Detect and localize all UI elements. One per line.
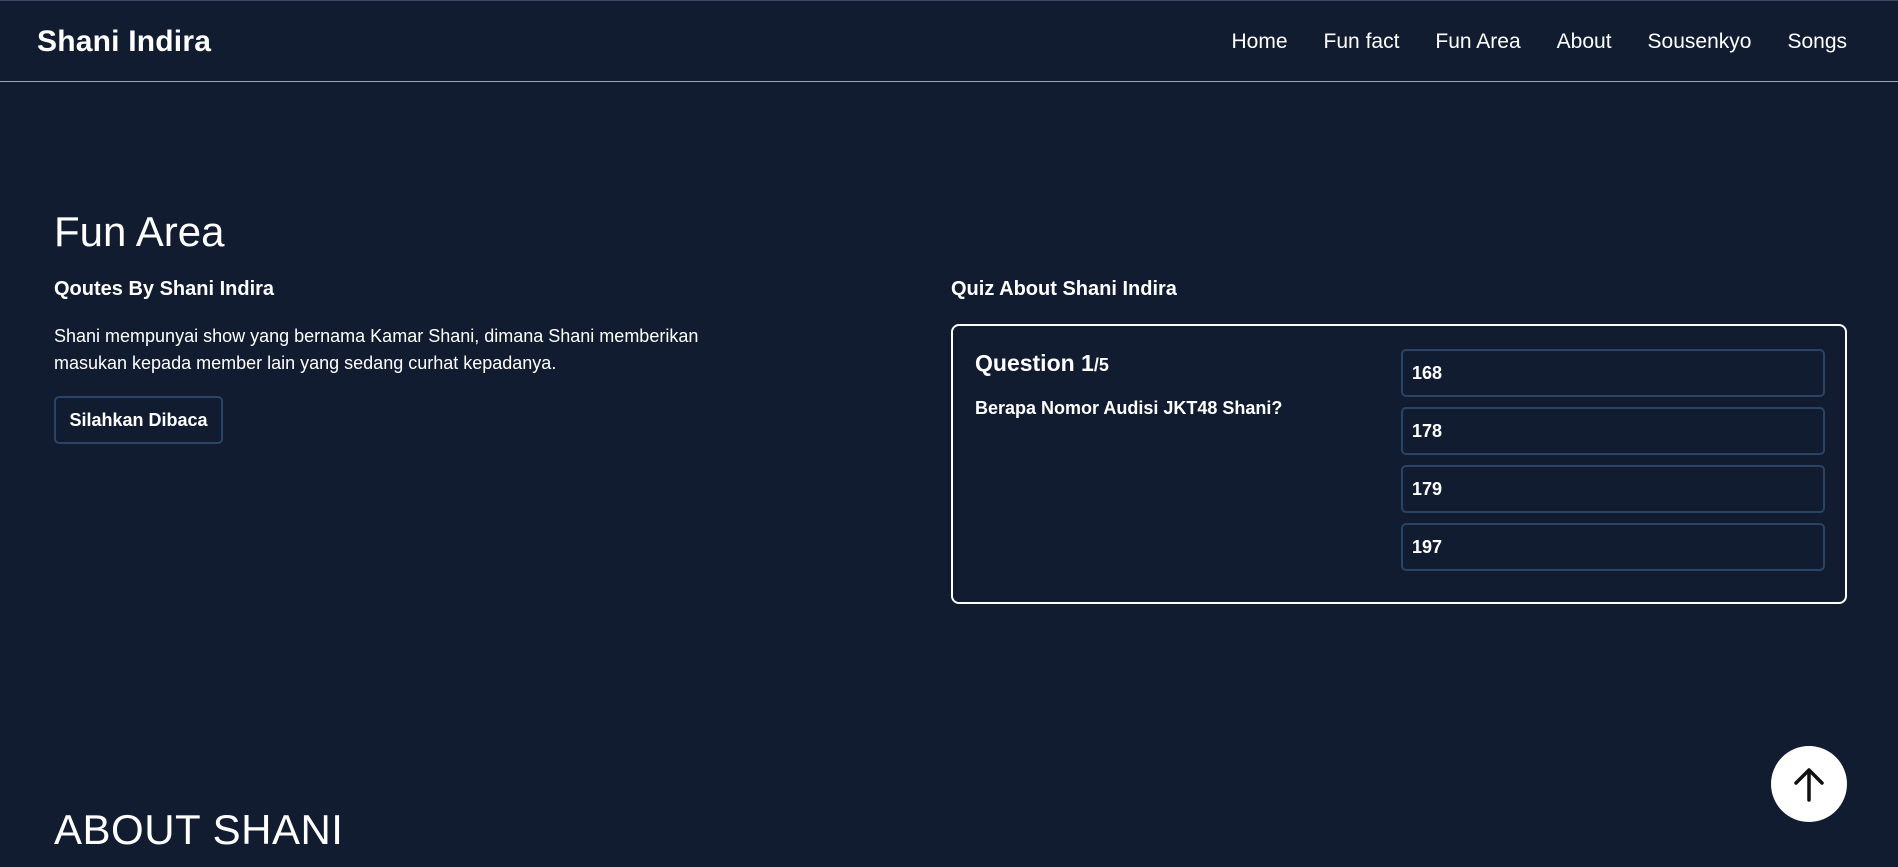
nav-link-songs[interactable]: Songs: [1787, 30, 1847, 54]
question-text: Berapa Nomor Audisi JKT48 Shani?: [975, 398, 1283, 418]
answer-option-4[interactable]: 197: [1401, 523, 1825, 571]
nav-link-home[interactable]: Home: [1232, 30, 1288, 54]
quotes-text: Shani mempunyai show yang bernama Kamar …: [54, 326, 699, 373]
question-number: Question 1: [975, 350, 1094, 376]
quotes-heading: Qoutes By Shani Indira: [54, 278, 275, 300]
answer-option-1[interactable]: 168: [1401, 349, 1825, 397]
question-total: /5: [1093, 355, 1109, 375]
nav-link-sousenkyo[interactable]: Sousenkyo: [1648, 30, 1752, 54]
answer-options: 168 178 179 197: [1401, 349, 1825, 571]
nav-link-fun-area[interactable]: Fun Area: [1435, 30, 1520, 54]
about-section-title: ABOUT SHANI: [54, 806, 344, 853]
scroll-to-top-button[interactable]: [1771, 746, 1847, 822]
fun-area-title: Fun Area: [54, 208, 225, 255]
nav-link-fun-fact[interactable]: Fun fact: [1324, 30, 1400, 54]
answer-option-3[interactable]: 179: [1401, 465, 1825, 513]
quiz-heading: Quiz About Shani Indira: [951, 278, 1177, 300]
question-counter: Question 1/5: [975, 350, 1109, 377]
quiz-card: Question 1/5 Berapa Nomor Audisi JKT48 S…: [951, 324, 1847, 604]
answer-option-2[interactable]: 178: [1401, 407, 1825, 455]
navbar: Shani Indira Home Fun fact Fun Area Abou…: [0, 0, 1898, 82]
arrow-up-icon: [1794, 768, 1824, 802]
brand-logo[interactable]: Shani Indira: [37, 25, 211, 59]
read-quotes-button[interactable]: Silahkan Dibaca: [54, 396, 223, 444]
nav-menu: Home Fun fact Fun Area About Sousenkyo S…: [1232, 30, 1847, 54]
nav-link-about[interactable]: About: [1557, 30, 1612, 54]
